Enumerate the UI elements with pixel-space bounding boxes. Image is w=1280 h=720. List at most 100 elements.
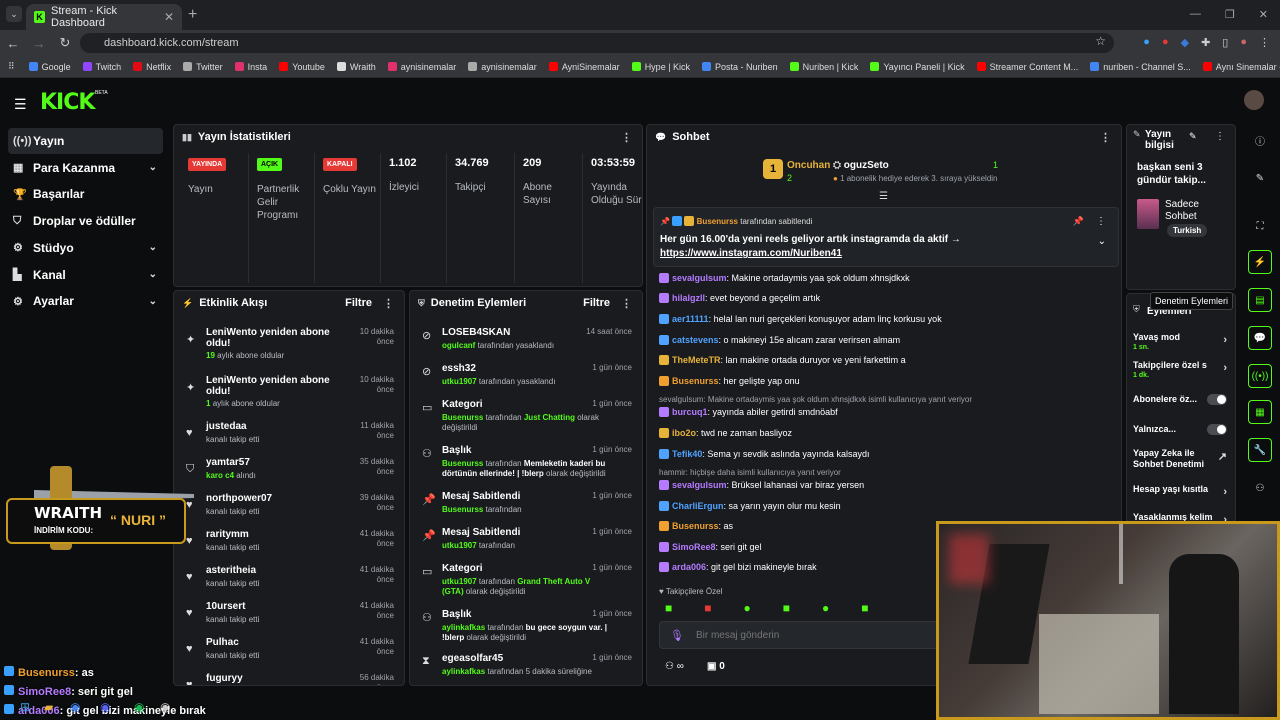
- mod-action-item[interactable]: Hesap yaşı kısıtla ›: [1133, 484, 1229, 498]
- chat-message[interactable]: sevalgulsum: Makine ortadaymis yaa şok o…: [659, 273, 1113, 283]
- bookmark-link[interactable]: Google: [28, 62, 71, 72]
- chat-username[interactable]: arda006: [672, 562, 706, 572]
- channel-points[interactable]: ▣ 0: [707, 661, 725, 672]
- chat-username[interactable]: CharliErgun: [672, 501, 724, 511]
- kick-logo[interactable]: KICK: [40, 90, 95, 115]
- extension-icon[interactable]: ●: [1143, 36, 1150, 49]
- side-panel-icon[interactable]: ▯: [1222, 36, 1228, 49]
- bookmark-link[interactable]: Aynı Sinemalar - Ça...: [1202, 62, 1280, 72]
- edit-stream-icon[interactable]: ✎: [1248, 166, 1272, 190]
- emote-icon[interactable]: ●: [744, 601, 751, 615]
- sidebar-item-0[interactable]: ((•)) Yayın: [8, 128, 163, 154]
- stream-info-menu-icon[interactable]: ⋮: [1215, 131, 1225, 142]
- moderator-name[interactable]: aylinkafkas: [442, 667, 485, 676]
- bookmark-link[interactable]: Twitter: [183, 62, 223, 72]
- emote-icon[interactable]: ■: [861, 601, 868, 615]
- leader-name[interactable]: Oncuhan: [787, 160, 830, 171]
- chat-username[interactable]: TheMeteTR: [672, 355, 721, 365]
- profile-icon[interactable]: ●: [1240, 36, 1247, 49]
- activity-item[interactable]: ♥ Pulhac kanalı takip etti 41 dakika önce: [178, 635, 400, 669]
- chevron-down-icon[interactable]: ⌄: [149, 162, 157, 173]
- chat-username[interactable]: hilalgzll: [672, 293, 705, 303]
- emote-icon[interactable]: ■: [665, 601, 672, 615]
- moderation-item[interactable]: 📌 Mesaj Sabitlendi Busenurss tarafından 1 g…: [414, 489, 638, 527]
- moderation-item[interactable]: ▭ Kategori Busenurss tarafından Just Chatt…: [414, 397, 638, 435]
- apps-grid-icon[interactable]: ⠿: [8, 61, 15, 72]
- folder-icon[interactable]: ▰: [44, 700, 53, 714]
- server-icon[interactable]: ▦: [1248, 400, 1272, 424]
- bookmark-link[interactable]: Streamer Content M...: [976, 62, 1078, 72]
- browser-tab[interactable]: K Stream - Kick Dashboard ✕: [26, 4, 182, 30]
- chevron-down-icon[interactable]: ⌄: [1098, 236, 1106, 247]
- chat-username[interactable]: Busenurss: [672, 376, 719, 386]
- maximize-icon[interactable]: ❐: [1225, 8, 1235, 21]
- bookmark-link[interactable]: Wraith: [336, 62, 376, 72]
- close-tab-icon[interactable]: ✕: [164, 10, 174, 24]
- discord-icon[interactable]: ◉: [100, 700, 110, 714]
- bookmark-link[interactable]: Posta - Nuriben: [702, 62, 778, 72]
- chat-username[interactable]: burcuq1: [672, 407, 708, 417]
- chevron-down-icon[interactable]: ⌄: [149, 242, 157, 253]
- pinned-menu-icon[interactable]: ⋮: [1096, 216, 1106, 227]
- activity-item[interactable]: ♥ northpower07 kanalı takip etti 39 dakika …: [178, 491, 400, 525]
- spotify-icon[interactable]: ◉: [134, 700, 144, 714]
- bookmark-link[interactable]: aynisinemalar: [387, 62, 456, 72]
- toggle-switch[interactable]: [1207, 394, 1227, 405]
- moderation-menu-icon[interactable]: ⋮: [621, 297, 632, 310]
- chat-message[interactable]: catstevens: o makineyi 15e alıcam zarar …: [659, 335, 1113, 345]
- chat-message[interactable]: TheMeteTR: lan makine ortada duruyor ve …: [659, 355, 1113, 365]
- moderation-item[interactable]: ⊘ LOSEB4SKAN ogulcanf tarafından yasakland…: [414, 325, 638, 363]
- bookmark-star-icon[interactable]: ☆: [1095, 34, 1106, 48]
- chat-message[interactable]: burcuq1: yayında abiler getirdi smdnöabf: [659, 407, 1113, 417]
- chat-username[interactable]: catstevens: [672, 335, 719, 345]
- chat-username[interactable]: ibo2o: [672, 428, 696, 438]
- pinned-link[interactable]: https://www.instagram.com/Nuriben41: [660, 248, 842, 259]
- new-tab-icon[interactable]: +: [188, 6, 197, 24]
- tab-search-icon[interactable]: ⌄: [6, 6, 22, 22]
- moderator-name[interactable]: utku1907: [442, 577, 477, 586]
- moderator-name[interactable]: Busenurss: [442, 413, 483, 422]
- unpin-icon[interactable]: 📌: [1073, 216, 1084, 227]
- moderation-item[interactable]: ⧗ egeasolfar45 aylinkafkas tarafından 5 da…: [414, 651, 638, 685]
- chrome-icon[interactable]: ◉: [70, 700, 80, 714]
- sidebar-item-2[interactable]: 🏆 Başarılar: [8, 181, 163, 207]
- emote-icon[interactable]: ■: [783, 601, 790, 615]
- chevron-down-icon[interactable]: ⌄: [149, 296, 157, 307]
- chevron-down-icon[interactable]: ⌄: [149, 269, 157, 280]
- chat-message[interactable]: CharliErgun: sa yarın yayın olur mu kesi…: [659, 501, 1113, 511]
- moderator-name[interactable]: utku1907: [442, 541, 477, 550]
- avatar[interactable]: [1244, 90, 1264, 110]
- bookmark-link[interactable]: Netflix: [133, 62, 171, 72]
- chat-message[interactable]: hilalgzll: evet beyond a geçelim artık: [659, 293, 1113, 303]
- chat-message[interactable]: aer11111: helal lan nuri gerçekleri konu…: [659, 314, 1113, 324]
- activity-item[interactable]: ⛉ yamtar57 karo c4 alındı 35 dakika önce: [178, 455, 400, 489]
- emote-icon[interactable]: ■: [704, 601, 711, 615]
- sidebar-item-5[interactable]: ▙ Kanal ⌄: [8, 262, 163, 288]
- microphone-icon[interactable]: 🎙: [670, 629, 684, 642]
- broadcast-icon[interactable]: ((•)): [1248, 364, 1272, 388]
- edit-icon[interactable]: ✎: [1189, 131, 1197, 142]
- mod-action-item[interactable]: Abonelere öz...: [1133, 394, 1229, 405]
- url-input[interactable]: dashboard.kick.com/stream: [80, 33, 1114, 53]
- activity-item[interactable]: ✦ LeniWento yeniden abone oldu! 19 aylık a…: [178, 325, 400, 360]
- mod-action-item[interactable]: Yapay Zeka ile Sohbet Denetimi ↗: [1133, 448, 1229, 470]
- back-icon[interactable]: ←: [0, 36, 26, 51]
- chat-username[interactable]: aer11111: [672, 314, 709, 324]
- info-icon[interactable]: ⓘ: [1248, 128, 1272, 152]
- moderation-filter-button[interactable]: Filtre: [583, 297, 610, 309]
- bookmark-link[interactable]: Yayıncı Paneli | Kick: [870, 62, 965, 72]
- bookmark-link[interactable]: Hype | Kick: [631, 62, 690, 72]
- extension-icon[interactable]: ◆: [1181, 36, 1189, 49]
- sidebar-item-3[interactable]: ⛉ Droplar ve ödüller: [8, 208, 163, 234]
- moderator-name[interactable]: ogulcanf: [442, 341, 475, 350]
- chat-message[interactable]: Tefik40: Sema yı sevdik aslında yayında …: [659, 449, 1113, 459]
- obs-icon[interactable]: ◉: [160, 700, 170, 714]
- bookmark-link[interactable]: Youtube: [279, 62, 325, 72]
- toggle-switch[interactable]: [1207, 424, 1227, 435]
- bookmark-link[interactable]: Insta: [234, 62, 267, 72]
- sidebar-item-4[interactable]: ⚙ Stüdyo ⌄: [8, 235, 163, 261]
- chat-username[interactable]: Tefik40: [672, 449, 702, 459]
- minimize-icon[interactable]: —: [1190, 8, 1201, 21]
- chat-username[interactable]: sevalgulsum: [672, 273, 727, 283]
- window-close-icon[interactable]: ✕: [1259, 8, 1268, 21]
